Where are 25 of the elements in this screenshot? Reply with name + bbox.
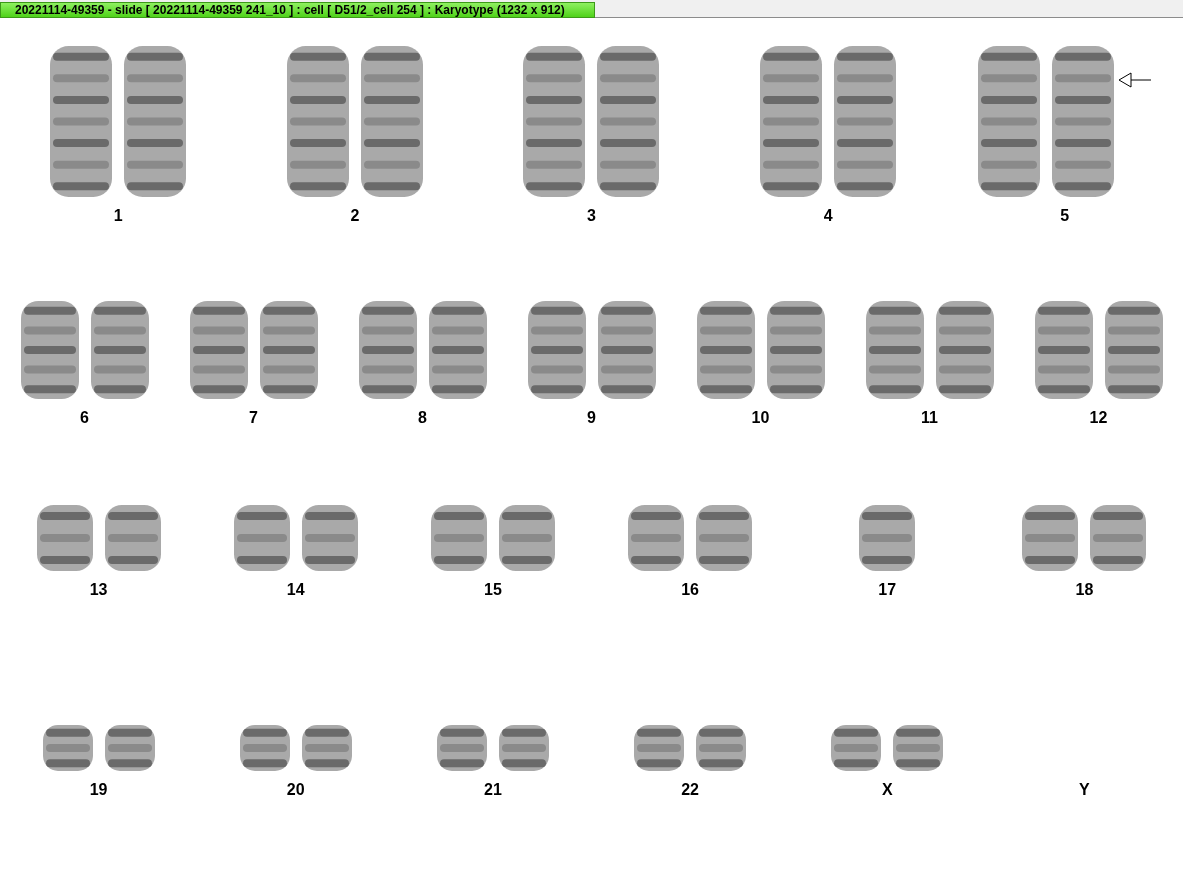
chromosome-label: 14 — [286, 581, 305, 599]
chromosome-label: 3 — [587, 207, 596, 225]
chromosome-label: 22 — [681, 781, 699, 799]
chromosome-label: 4 — [823, 207, 833, 225]
chromosome-label: 18 — [1075, 581, 1094, 599]
chromosome-label: 8 — [418, 409, 427, 427]
chromosome-label: 15 — [484, 581, 502, 599]
chromosome-label: 1 — [113, 207, 123, 225]
window-title: 20221114-49359 - slide [ 20221114-49359 241_10 ] : cell [ D51/2_cell 254 ] : Karyotype (1232 x 912) — [0, 2, 595, 18]
chromosome-label: 11 — [921, 409, 938, 427]
chromosome-label: 6 — [80, 409, 89, 427]
chromosome-label: 12 — [1089, 409, 1108, 427]
chromosome-label: 19 — [89, 781, 108, 799]
chromosome-label: 17 — [878, 581, 897, 599]
chromosome-label: 7 — [249, 409, 258, 427]
chromosome-label: 16 — [681, 581, 699, 599]
chromosome-label: 13 — [89, 581, 108, 599]
chromosome-label: 9 — [587, 409, 596, 427]
chromosome-label: 2 — [350, 207, 360, 225]
chromosome-label: 5 — [1060, 207, 1070, 225]
chromosome-label: Y — [1079, 781, 1090, 799]
chromosome-label: 21 — [484, 781, 502, 799]
chromosome-label: 10 — [751, 409, 770, 427]
chromosome-label: X — [881, 781, 893, 799]
chromosome-label: 20 — [286, 781, 305, 799]
